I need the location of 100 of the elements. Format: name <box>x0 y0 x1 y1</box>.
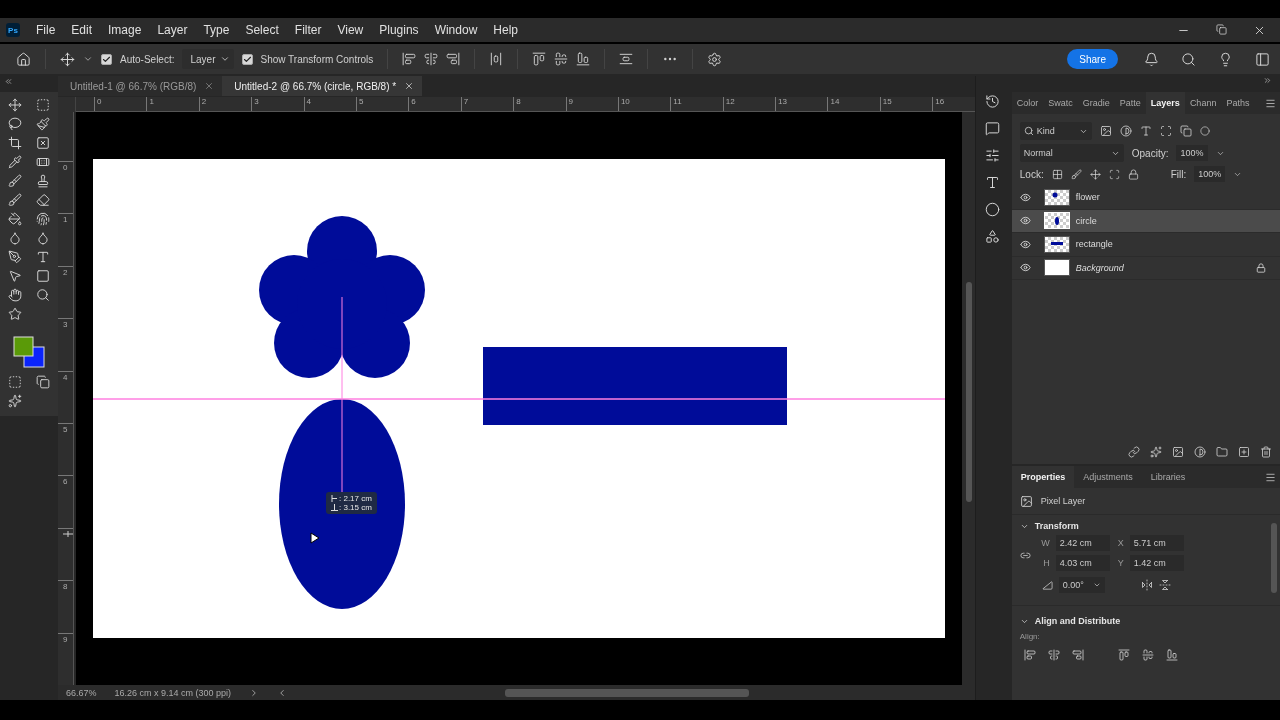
zoom-level[interactable]: 66.67% <box>66 687 97 698</box>
fill-field[interactable]: 100% <box>1194 166 1226 182</box>
collapse-icon[interactable] <box>4 76 13 86</box>
lightbulb-icon[interactable] <box>1218 51 1233 67</box>
menu-icon[interactable] <box>1265 471 1276 483</box>
panel-tab[interactable]: Properties <box>1011 466 1075 488</box>
align-center-icon[interactable] <box>1047 649 1060 661</box>
align-center-icon[interactable] <box>424 52 439 66</box>
expand-icon[interactable] <box>1263 75 1272 85</box>
pointer-icon[interactable] <box>8 269 22 283</box>
menu-item[interactable]: Plugins <box>371 23 427 37</box>
shapes-icon[interactable] <box>985 229 1001 244</box>
layer-row[interactable]: rectangle <box>1011 233 1280 257</box>
dimension-field[interactable]: 2.42 cm <box>1055 535 1110 551</box>
eye-icon[interactable] <box>1019 191 1031 203</box>
menu-item[interactable]: Image <box>100 23 150 37</box>
filter-dropdown[interactable]: Kind <box>1019 122 1092 140</box>
app-logo[interactable]: Ps <box>6 23 20 37</box>
panel-tab[interactable]: Layers <box>1145 92 1185 114</box>
align-bottom-icon[interactable] <box>576 52 591 66</box>
checkbox[interactable] <box>241 53 253 65</box>
checkbox[interactable] <box>101 53 112 65</box>
dimension-field[interactable]: 4.03 cm <box>1055 555 1110 571</box>
menu-item[interactable]: Select <box>237 23 287 37</box>
flip-horizontal-icon[interactable] <box>1140 579 1153 591</box>
history-icon[interactable] <box>985 94 1001 109</box>
move-icon[interactable] <box>60 51 75 67</box>
lock-transparency-icon[interactable] <box>1051 168 1063 180</box>
brush-icon[interactable] <box>36 117 50 131</box>
menu-item[interactable]: File <box>28 23 64 37</box>
align-bottom-icon[interactable] <box>1165 649 1178 661</box>
droplet-icon[interactable] <box>8 231 22 245</box>
sliders-icon[interactable] <box>985 148 1001 163</box>
distribute-icon[interactable] <box>489 52 504 66</box>
brush-icon[interactable] <box>8 193 22 207</box>
eyedropper-icon[interactable] <box>8 155 22 169</box>
lock-icon[interactable] <box>1127 168 1139 180</box>
panel-scrollbar[interactable] <box>1271 523 1277 593</box>
hand-icon[interactable] <box>8 288 22 302</box>
opacity-field[interactable]: 100% <box>1176 145 1208 161</box>
document-tab[interactable]: Untitled-1 @ 66.7% (RGB/8) <box>58 76 223 96</box>
document-tab[interactable]: Untitled-2 @ 66.7% (circle, RGB/8) * <box>222 76 423 96</box>
trash-icon[interactable] <box>1260 446 1272 458</box>
flip-vertical-icon[interactable] <box>1158 579 1171 591</box>
lock-icon[interactable] <box>1256 262 1266 273</box>
brush-icon[interactable] <box>1070 168 1082 180</box>
menu-item[interactable]: Help <box>485 23 526 37</box>
layer-row[interactable]: Background <box>1011 256 1280 280</box>
droplet-icon[interactable] <box>36 231 50 245</box>
panel-tab[interactable]: Gradie <box>1077 92 1115 114</box>
panel-tab[interactable]: Adjustments <box>1074 466 1142 488</box>
move-icon[interactable] <box>8 98 22 112</box>
circle-icon[interactable] <box>985 202 1001 217</box>
align-right-icon[interactable] <box>446 52 461 66</box>
menu-item[interactable]: Type <box>195 23 238 37</box>
pen-icon[interactable] <box>8 250 22 264</box>
align-top-icon[interactable] <box>1117 649 1130 661</box>
crop-icon[interactable] <box>8 136 22 150</box>
dimension-field[interactable]: 1.42 cm <box>1129 555 1184 571</box>
stamp-icon[interactable] <box>36 174 50 188</box>
link-icon[interactable] <box>1128 446 1140 458</box>
link-icon[interactable] <box>1019 550 1031 561</box>
eye-icon[interactable] <box>1019 238 1031 250</box>
restore-icon[interactable] <box>1216 23 1227 35</box>
menu-item[interactable]: Edit <box>63 23 101 37</box>
adjustment-icon[interactable] <box>1194 446 1206 458</box>
menu-item[interactable]: Window <box>426 23 486 37</box>
caret-icon[interactable] <box>83 54 93 64</box>
panel-tab[interactable]: Chann <box>1184 92 1222 114</box>
distribute-icon[interactable] <box>619 52 634 66</box>
adjustment-filter-icon[interactable] <box>1119 125 1132 137</box>
lasso-icon[interactable] <box>8 117 22 131</box>
align-middle-icon[interactable] <box>1141 649 1154 661</box>
eye-icon[interactable] <box>1019 215 1031 227</box>
menu-item[interactable]: View <box>329 23 372 37</box>
type-filter-icon[interactable] <box>1139 125 1152 137</box>
layout-icon[interactable] <box>1255 51 1270 67</box>
home-icon[interactable] <box>16 51 31 67</box>
align-top-icon[interactable] <box>532 52 547 66</box>
brush-icon[interactable] <box>8 174 22 188</box>
panel-tab[interactable]: Libraries <box>1141 466 1195 488</box>
align-left-icon[interactable] <box>1023 649 1036 661</box>
frame-icon[interactable] <box>36 136 50 150</box>
new-layer-icon[interactable] <box>1238 446 1250 458</box>
panel-tab[interactable]: Color <box>1011 92 1044 114</box>
menu-item[interactable]: Layer <box>149 23 196 37</box>
bandage-icon[interactable] <box>36 155 50 169</box>
layer-row[interactable]: circle <box>1011 209 1280 233</box>
rectangle-icon[interactable] <box>36 269 50 283</box>
search-icon[interactable] <box>1181 51 1196 67</box>
marquee-icon[interactable] <box>36 98 50 112</box>
target-dropdown[interactable]: Layer <box>182 49 234 69</box>
panel-tab[interactable]: Swatc <box>1043 92 1078 114</box>
bell-icon[interactable] <box>1144 51 1159 67</box>
blend-mode-dropdown[interactable]: Normal <box>1019 144 1124 162</box>
menu-icon[interactable] <box>1265 97 1276 109</box>
layer-row[interactable]: flower <box>1011 186 1280 210</box>
paint-bucket-icon[interactable] <box>8 212 22 226</box>
type-icon[interactable] <box>985 175 1001 190</box>
color-swatches-icon[interactable] <box>11 334 47 370</box>
